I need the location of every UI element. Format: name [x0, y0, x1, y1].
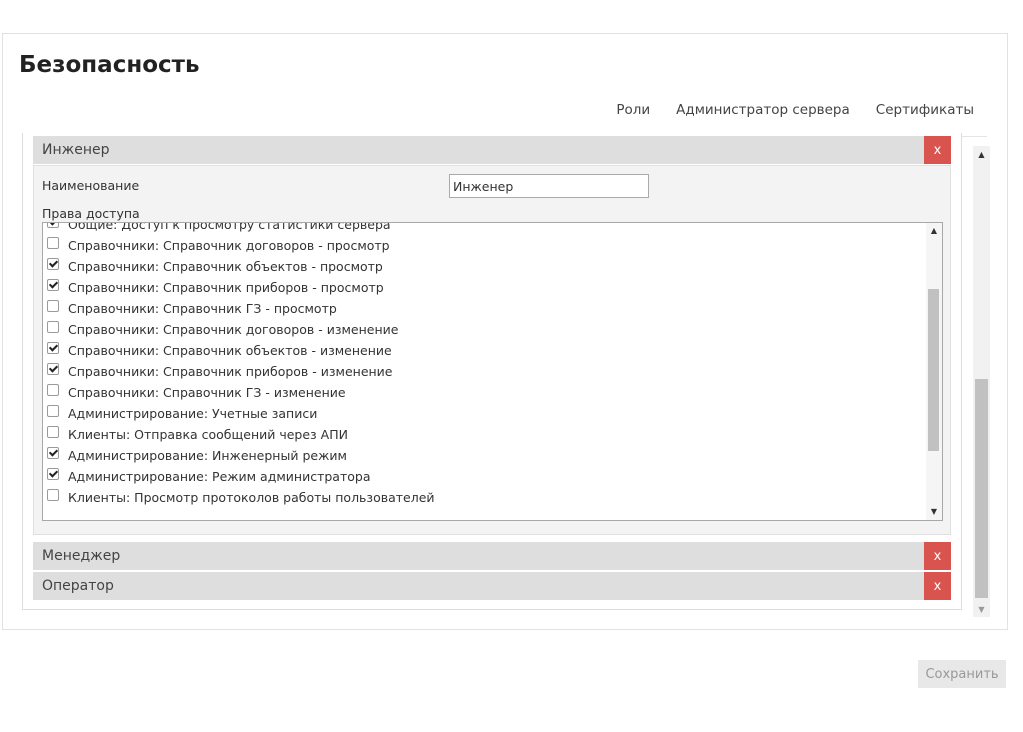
security-panel: Безопасность Роли Администратор сервера …	[2, 33, 1008, 630]
save-button[interactable]: Сохранить	[918, 660, 1006, 688]
rights-label: Права доступа	[42, 206, 140, 221]
right-label: Справочники: Справочник договоров - прос…	[68, 238, 390, 253]
role-header-manager[interactable]: Менеджер x	[33, 542, 951, 570]
right-label: Справочники: Справочник объектов - измен…	[68, 343, 392, 358]
delete-role-button[interactable]: x	[924, 136, 951, 164]
checkbox-unchecked[interactable]	[47, 404, 59, 417]
checkbox-unchecked[interactable]	[47, 320, 59, 333]
rights-scrollbar[interactable]: ▲ ▼	[926, 223, 942, 520]
right-label: Справочники: Справочник ГЗ - просмотр	[68, 301, 337, 316]
role-header-engineer[interactable]: Инженер x	[33, 136, 951, 164]
rights-list: Общие: Доступ к просмотру статистики сер…	[43, 222, 927, 508]
role-name: Оператор	[42, 578, 114, 594]
delete-role-button[interactable]: x	[924, 572, 951, 600]
scroll-down-arrow-icon[interactable]: ▼	[973, 603, 990, 617]
right-item[interactable]: Справочники: Справочник приборов - просм…	[43, 277, 927, 298]
right-label: Справочники: Справочник приборов - просм…	[68, 280, 384, 295]
roles-list: Инженер x Наименование Права доступа Общ…	[22, 133, 962, 610]
right-item[interactable]: Справочники: Справочник договоров - прос…	[43, 235, 927, 256]
right-label: Администрирование: Режим администратора	[68, 469, 371, 484]
checkbox-checked[interactable]	[47, 467, 59, 480]
checkbox-checked[interactable]	[47, 341, 59, 354]
tab-certificates[interactable]: Сертификаты	[863, 94, 987, 136]
rights-scroll-thumb[interactable]	[928, 289, 939, 451]
role-header-operator[interactable]: Оператор x	[33, 572, 951, 600]
right-item[interactable]: Клиенты: Отправка сообщений через АПИ	[43, 424, 927, 445]
name-field-label: Наименование	[42, 178, 140, 193]
right-label: Справочники: Справочник объектов - просм…	[68, 259, 383, 274]
right-label: Администрирование: Инженерный режим	[68, 448, 347, 463]
rights-listbox[interactable]: Общие: Доступ к просмотру статистики сер…	[42, 222, 943, 521]
checkbox-checked[interactable]	[47, 362, 59, 375]
delete-role-button[interactable]: x	[924, 542, 951, 570]
right-label: Справочники: Справочник договоров - изме…	[68, 322, 399, 337]
checkbox-unchecked[interactable]	[47, 488, 59, 501]
checkbox-unchecked[interactable]	[47, 299, 59, 312]
right-item[interactable]: Справочники: Справочник ГЗ - изменение	[43, 382, 927, 403]
right-item[interactable]: Администрирование: Учетные записи	[43, 403, 927, 424]
checkbox-unchecked[interactable]	[47, 383, 59, 396]
right-item[interactable]: Справочники: Справочник договоров - изме…	[43, 319, 927, 340]
right-label: Справочники: Справочник приборов - измен…	[68, 364, 393, 379]
checkbox-checked[interactable]	[47, 257, 59, 270]
right-label: Справочники: Справочник ГЗ - изменение	[68, 385, 346, 400]
checkbox-checked[interactable]	[47, 223, 59, 228]
tab-bar: Роли Администратор сервера Сертификаты	[603, 94, 987, 136]
scroll-down-arrow-icon[interactable]: ▼	[926, 505, 942, 519]
right-label: Общие: Доступ к просмотру статистики сер…	[68, 222, 391, 232]
checkbox-unchecked[interactable]	[47, 425, 59, 438]
right-label: Клиенты: Просмотр протоколов работы поль…	[68, 490, 435, 505]
role-details-engineer: Наименование Права доступа Общие: Доступ…	[33, 165, 951, 535]
tab-roles[interactable]: Роли	[603, 94, 663, 136]
checkbox-checked[interactable]	[47, 278, 59, 291]
scroll-up-arrow-icon[interactable]: ▲	[926, 224, 942, 238]
checkbox-unchecked[interactable]	[47, 236, 59, 249]
right-label: Клиенты: Отправка сообщений через АПИ	[68, 427, 348, 442]
page-title: Безопасность	[19, 52, 200, 78]
right-item[interactable]: Справочники: Справочник ГЗ - просмотр	[43, 298, 927, 319]
right-item[interactable]: Справочники: Справочник объектов - измен…	[43, 340, 927, 361]
role-name-input[interactable]	[449, 174, 649, 198]
scroll-up-arrow-icon[interactable]: ▲	[973, 148, 990, 162]
role-name: Инженер	[42, 142, 110, 158]
roles-scrollbar[interactable]: ▲ ▼	[973, 146, 990, 617]
right-label: Администрирование: Учетные записи	[68, 406, 318, 421]
right-item[interactable]: Администрирование: Инженерный режим	[43, 445, 927, 466]
checkbox-checked[interactable]	[47, 446, 59, 459]
right-item[interactable]: Справочники: Справочник приборов - измен…	[43, 361, 927, 382]
right-item[interactable]: Клиенты: Просмотр протоколов работы поль…	[43, 487, 927, 508]
role-name: Менеджер	[42, 548, 121, 564]
right-item[interactable]: Справочники: Справочник объектов - просм…	[43, 256, 927, 277]
right-item[interactable]: Общие: Доступ к просмотру статистики сер…	[43, 222, 927, 235]
tab-server-admin[interactable]: Администратор сервера	[663, 94, 863, 136]
right-item[interactable]: Администрирование: Режим администратора	[43, 466, 927, 487]
roles-scroll-thumb[interactable]	[975, 379, 988, 598]
